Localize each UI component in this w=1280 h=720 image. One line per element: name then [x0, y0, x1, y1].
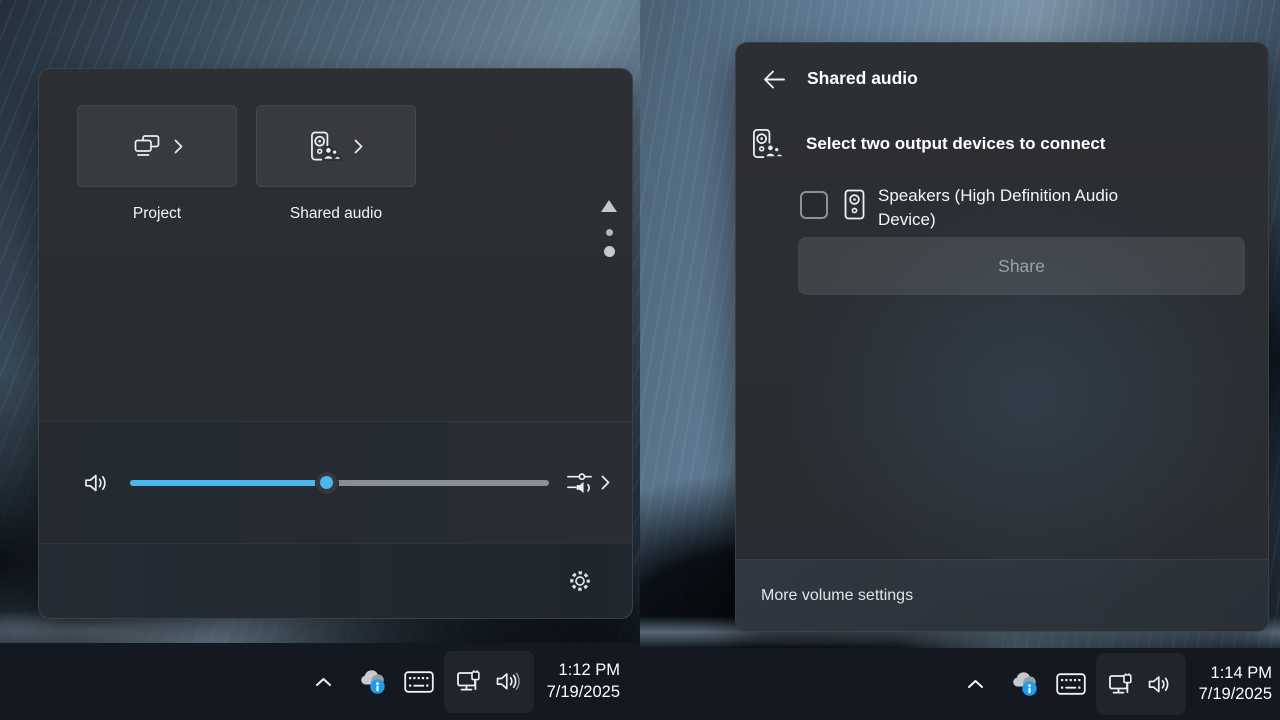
more-volume-settings-label: More volume settings — [761, 587, 913, 605]
onedrive-cloud-icon — [1010, 671, 1039, 697]
chevron-right-icon — [354, 139, 363, 154]
onedrive-cloud-icon — [358, 669, 387, 695]
taskbar: 1:12 PM 7/19/2025 — [0, 643, 640, 720]
triangle-up-icon[interactable] — [601, 200, 617, 212]
show-hidden-icons-button[interactable] — [960, 667, 992, 701]
network-display-icon — [456, 669, 484, 694]
volume-slider-fill — [130, 480, 327, 486]
quick-settings-panel: Project Shared audio — [38, 68, 633, 619]
network-display-icon — [1108, 672, 1136, 697]
onedrive-tray-button[interactable] — [1009, 667, 1041, 701]
taskbar-clock[interactable]: 1:14 PM 7/19/2025 — [1199, 663, 1272, 706]
volume-mixer-icon — [565, 470, 594, 496]
quick-settings-tiles-section: Project Shared audio — [39, 69, 632, 421]
share-button[interactable]: Share — [798, 237, 1245, 295]
left-screenshot: Project Shared audio — [0, 0, 640, 720]
volume-icon — [1147, 673, 1173, 696]
shared-audio-icon — [751, 126, 784, 162]
show-hidden-icons-button[interactable] — [308, 665, 340, 699]
system-tray: 1:14 PM 7/19/2025 — [960, 648, 1280, 720]
chevron-right-icon — [174, 139, 183, 154]
chevron-up-icon — [967, 679, 984, 689]
volume-section — [39, 421, 632, 543]
chevron-up-icon — [315, 677, 332, 687]
taskbar-clock[interactable]: 1:12 PM 7/19/2025 — [547, 660, 620, 703]
device-checkbox[interactable] — [800, 191, 828, 219]
taskbar: 1:14 PM 7/19/2025 — [640, 648, 1280, 720]
back-arrow-icon — [762, 69, 787, 90]
taskbar-time: 1:14 PM — [1199, 663, 1272, 685]
taskbar-date: 7/19/2025 — [1199, 684, 1272, 706]
dual-screenshot-canvas: Project Shared audio — [0, 0, 1280, 720]
right-screenshot: Shared audio Select two output devices t… — [640, 0, 1280, 720]
touch-keyboard-icon — [1056, 673, 1086, 695]
shared-audio-tile-label: Shared audio — [256, 205, 416, 223]
touch-keyboard-button[interactable] — [1055, 667, 1087, 701]
select-sound-output-button[interactable] — [565, 470, 610, 496]
system-tray: 1:12 PM 7/19/2025 — [308, 643, 640, 720]
more-volume-settings-link[interactable]: More volume settings — [736, 559, 1268, 631]
shared-audio-icon — [309, 131, 342, 162]
volume-icon — [495, 670, 521, 693]
tiles-pager — [600, 200, 618, 257]
taskbar-date: 7/19/2025 — [547, 682, 620, 704]
onedrive-tray-button[interactable] — [357, 665, 389, 699]
panel-heading: Select two output devices to connect — [806, 134, 1105, 154]
device-label[interactable]: Speakers (High Definition Audio Device) — [878, 184, 1228, 231]
project-icon — [132, 134, 162, 158]
pager-dot-page2-current — [604, 246, 615, 257]
volume-slider[interactable] — [130, 470, 549, 496]
network-volume-tray-group[interactable] — [1096, 653, 1186, 715]
speaker-device-icon — [844, 189, 865, 220]
touch-keyboard-icon — [404, 671, 434, 693]
project-tile-button[interactable] — [77, 105, 237, 187]
pager-dot-page1 — [606, 229, 613, 236]
device-label-line1: Speakers (High Definition Audio — [878, 184, 1228, 208]
volume-slider-thumb[interactable] — [315, 471, 339, 495]
shared-audio-tile-button[interactable] — [256, 105, 416, 187]
back-button[interactable] — [760, 67, 789, 92]
panel-title: Shared audio — [807, 68, 918, 89]
touch-keyboard-button[interactable] — [403, 665, 435, 699]
project-tile-label: Project — [77, 205, 237, 223]
shared-audio-panel: Shared audio Select two output devices t… — [735, 42, 1269, 632]
network-volume-tray-group[interactable] — [444, 651, 534, 713]
chevron-right-icon — [601, 475, 610, 490]
gear-icon — [567, 568, 593, 594]
quick-settings-footer — [39, 543, 632, 618]
device-label-line2: Device) — [878, 208, 1228, 232]
settings-button[interactable] — [561, 562, 599, 600]
speaker-icon[interactable] — [83, 471, 110, 495]
taskbar-time: 1:12 PM — [547, 660, 620, 682]
